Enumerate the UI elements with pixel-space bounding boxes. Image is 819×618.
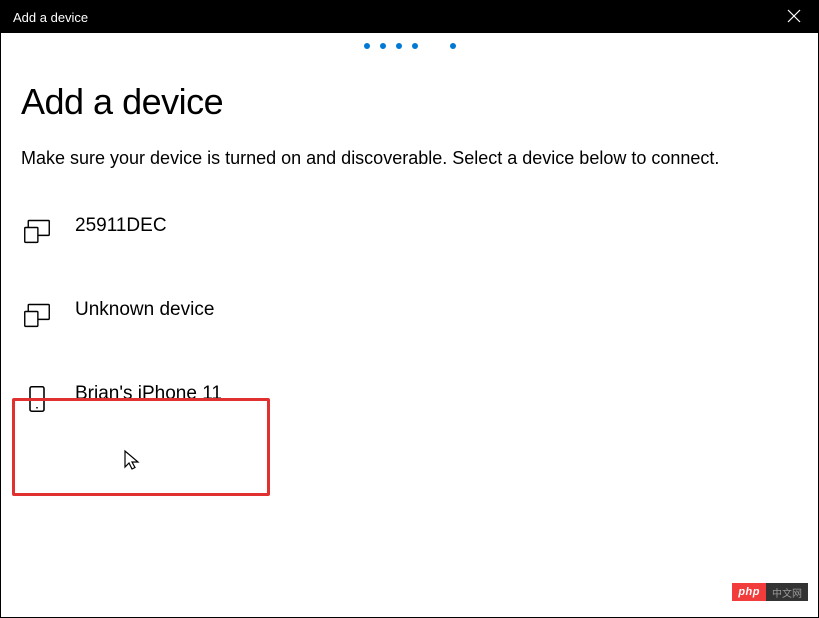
displays-icon <box>21 215 53 247</box>
page-title: Add a device <box>21 81 798 123</box>
dot-icon <box>364 43 370 49</box>
device-label: Unknown device <box>75 299 214 321</box>
page-description: Make sure your device is turned on and d… <box>21 145 798 171</box>
device-list: 25911DEC Unknown device Brian's iPhone 1… <box>21 213 798 417</box>
dot-icon <box>396 43 402 49</box>
dot-icon <box>380 43 386 49</box>
php-badge: php <box>732 583 766 601</box>
progress-indicator <box>364 43 456 49</box>
phone-icon <box>21 383 53 415</box>
cursor-icon <box>123 449 141 476</box>
device-label: 25911DEC <box>75 215 167 237</box>
device-item-brians-iphone[interactable]: Brian's iPhone 11 <box>21 381 798 417</box>
dialog-content: Add a device Make sure your device is tu… <box>1 33 818 437</box>
device-label: Brian's iPhone 11 <box>75 383 222 405</box>
dot-icon <box>412 43 418 49</box>
device-item-25911dec[interactable]: 25911DEC <box>21 213 798 249</box>
displays-icon <box>21 299 53 331</box>
dot-icon <box>450 43 456 49</box>
device-item-unknown[interactable]: Unknown device <box>21 297 798 333</box>
titlebar: Add a device <box>1 1 818 33</box>
watermark-badge: php 中文网 <box>732 583 808 601</box>
close-icon <box>787 9 801 26</box>
window-title: Add a device <box>13 10 88 25</box>
site-badge: 中文网 <box>766 583 808 601</box>
close-button[interactable] <box>774 1 814 33</box>
